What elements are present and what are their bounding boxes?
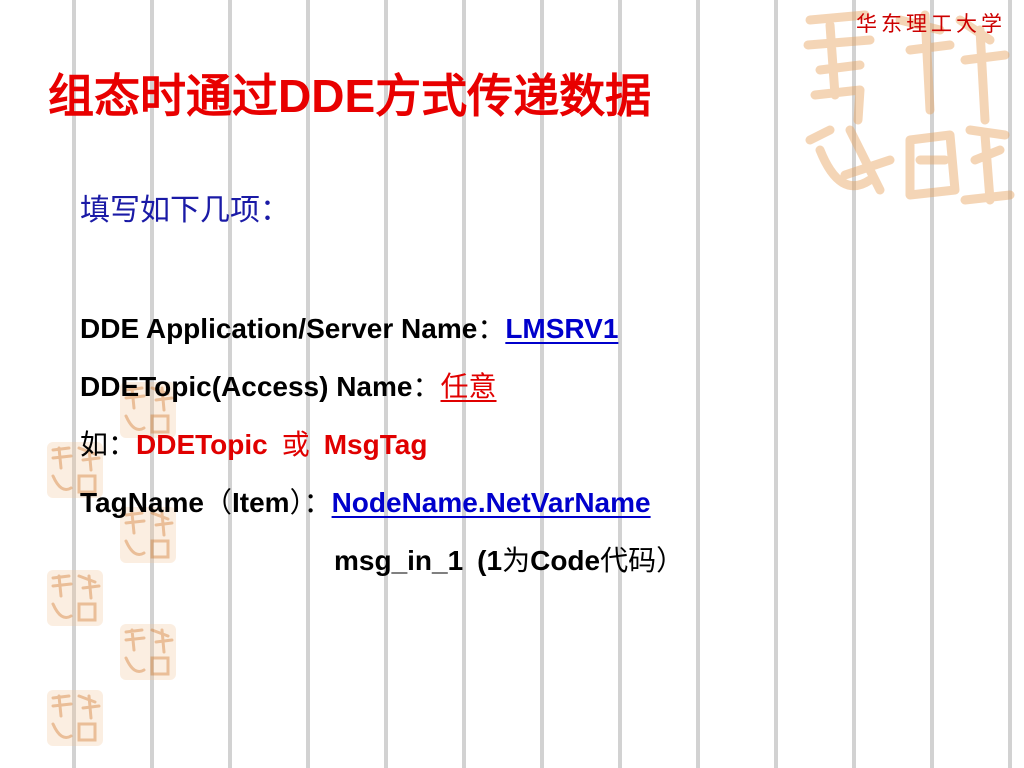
example-prefix: 如： [80, 428, 137, 461]
msg-paren-open: (1 [477, 545, 503, 576]
msg-code: Code [530, 545, 601, 576]
tag-paren-open: （ [203, 486, 232, 519]
tagname-line: TagName（Item）：NodeName.NetVarName [80, 481, 984, 539]
slide-title: 组态时通过DDE方式传递数据 [48, 60, 651, 126]
example-line: 如：DDETopic 或 MsgTag [80, 423, 984, 481]
title-part-2: DDE [278, 70, 376, 122]
app-value-link[interactable]: LMSRV1 [505, 313, 618, 344]
title-part-1: 组态时通过 [48, 69, 278, 123]
seal-watermark-icon [120, 624, 176, 680]
example-b: MsgTag [323, 429, 428, 460]
slide-content: 填写如下几项： DDE Application/Server Name：LMSR… [80, 185, 984, 597]
tag-paren-close: ）： [289, 486, 332, 519]
app-server-line: DDE Application/Server Name：LMSRV1 [80, 307, 984, 365]
tag-value-link[interactable]: NodeName.NetVarName [332, 487, 651, 518]
title-part-3: 方式传递数据 [375, 69, 652, 123]
msg-daima: 代码 [600, 544, 657, 577]
app-separator: ： [477, 312, 506, 345]
msg-name: msg_in_1 [334, 545, 464, 576]
topic-label: DDETopic(Access) Name [80, 371, 413, 402]
tag-label: TagName [80, 487, 204, 518]
msg-wei: 为 [502, 544, 531, 577]
subheading: 填写如下几项： [80, 193, 290, 228]
topic-value-link[interactable]: 任意 [441, 370, 497, 403]
topic-separator: ： [412, 370, 441, 403]
example-or: 或 [281, 428, 310, 461]
msg-line: msg_in_1 (1为Code代码） [80, 539, 984, 597]
tag-item: Item [231, 487, 290, 518]
msg-paren-close: ） [656, 544, 685, 577]
topic-line: DDETopic(Access) Name：任意 [80, 365, 984, 423]
university-name: 华东理工大学 [856, 12, 1006, 36]
example-a: DDETopic [136, 429, 268, 460]
seal-watermark-icon [47, 690, 103, 746]
app-label: DDE Application/Server Name [80, 313, 478, 344]
